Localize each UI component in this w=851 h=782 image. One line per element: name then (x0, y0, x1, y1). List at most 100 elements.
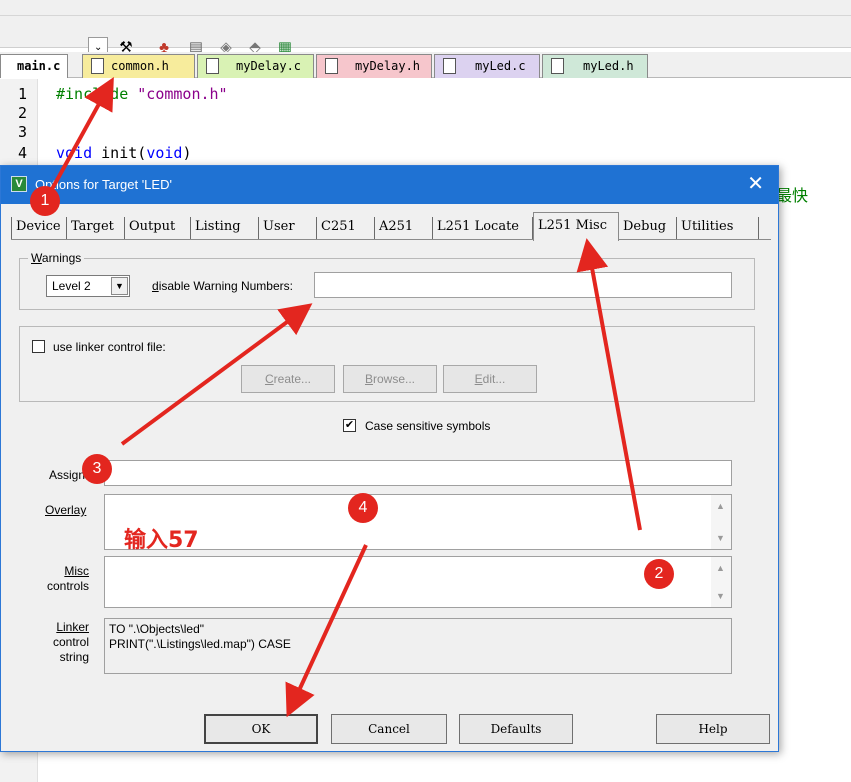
scroll-up-icon[interactable]: ▲ (716, 501, 725, 511)
warnings-group: Warnings Level 2 ▼ disable Warning Numbe… (19, 251, 755, 310)
use-linker-control-checkbox[interactable] (32, 340, 45, 353)
case-sensitive-checkbox[interactable]: ✔ (343, 419, 356, 432)
tab-label: myDelay.c (236, 59, 302, 73)
tab-label: main.c (17, 59, 61, 73)
button-accelerator: C (264, 372, 274, 386)
overlay-scrollbar[interactable]: ▲ ▼ (711, 495, 731, 549)
scroll-down-icon[interactable]: ▼ (716, 533, 725, 543)
label-line: Linker (56, 620, 89, 634)
code-comment-fragment: 最快 (776, 188, 809, 205)
tab-mydelay-c[interactable]: myDelay.c (197, 54, 314, 78)
step-badge-3: 3 (82, 454, 112, 484)
label-line: string (59, 650, 89, 664)
tab-output[interactable]: Output (125, 217, 191, 239)
editor-tabs: main.c common.h myDelay.c myDelay.h myLe… (0, 52, 851, 78)
chevron-down-icon[interactable]: ▼ (111, 277, 128, 295)
ok-button[interactable]: OK (204, 714, 318, 744)
code-include: #include (56, 85, 129, 103)
tab-label: myLed.c (475, 59, 526, 73)
cancel-button[interactable]: Cancel (331, 714, 447, 744)
linker-control-string: TO ".\Objects\led" PRINT(".\Listings\led… (104, 618, 732, 674)
tab-a251[interactable]: A251 (375, 217, 433, 239)
overlay-label: Overlay (45, 503, 87, 517)
step-badge-4: 4 (348, 493, 378, 523)
dialog-titlebar[interactable]: V Options for Target 'LED' ✕ (1, 166, 778, 204)
line-number: 3 (18, 123, 28, 141)
disable-warnings-label: disable Warning Numbers: (152, 279, 293, 293)
legend-text: arnings (41, 251, 82, 265)
file-icon (91, 58, 104, 74)
tab-label: common.h (111, 59, 169, 73)
tab-common-h[interactable]: common.h (82, 54, 195, 78)
create-button[interactable]: Create... (241, 365, 335, 393)
tab-user[interactable]: User (259, 217, 317, 239)
legend-accelerator: W (31, 251, 42, 265)
label-accelerator: d (152, 279, 159, 293)
keil-app-icon: V (11, 176, 27, 192)
line-number: 4 (18, 144, 28, 162)
case-sensitive-label: Case sensitive symbols (365, 419, 491, 433)
line-number: 2 (18, 104, 28, 122)
button-text: dit... (482, 372, 506, 386)
tab-device[interactable]: Device (11, 217, 67, 239)
close-icon[interactable]: ✕ (747, 173, 764, 195)
tab-label: myLed.h (583, 59, 634, 73)
assign-label: Assign (49, 468, 86, 482)
code-text: init( (92, 144, 147, 162)
assign-input[interactable] (104, 460, 732, 486)
edit-button[interactable]: Edit... (443, 365, 537, 393)
file-icon (206, 58, 219, 74)
code-keyword: void (146, 144, 183, 162)
label-line: Misc (64, 564, 89, 578)
defaults-button[interactable]: Defaults (459, 714, 573, 744)
options-dialog: V Options for Target 'LED' ✕ Device Targ… (0, 165, 779, 752)
tab-utilities[interactable]: Utilities (677, 217, 759, 239)
build-toolbar: ⌄ ⚒ ♣ ▤ ◈ ⬘ ▦ (0, 16, 851, 59)
tab-l251-locate[interactable]: L251 Locate (433, 217, 533, 239)
warning-level-select[interactable]: Level 2 ▼ (46, 275, 130, 297)
tab-mydelay-h[interactable]: myDelay.h (316, 54, 432, 78)
line-number: 1 (18, 85, 28, 103)
warning-level-value: Level 2 (52, 279, 91, 293)
button-text: rowse... (373, 372, 416, 386)
warnings-legend: Warnings (28, 251, 85, 265)
label-line: controls (46, 579, 89, 593)
label-text: isable Warning Numbers: (158, 279, 293, 293)
button-text: reate... (273, 372, 312, 386)
tab-c251[interactable]: C251 (317, 217, 375, 239)
code-keyword: void (56, 144, 93, 162)
top-toolbar (0, 0, 851, 16)
step-badge-2: 2 (644, 559, 674, 589)
annotation-note: 输入57 (124, 528, 199, 553)
tab-myled-c[interactable]: myLed.c (434, 54, 540, 78)
scroll-down-icon[interactable]: ▼ (716, 591, 725, 601)
tab-myled-h[interactable]: myLed.h (542, 54, 648, 78)
tab-listing[interactable]: Listing (191, 217, 259, 239)
dialog-tab-strip: Device Target Output Listing User C251 A… (11, 212, 771, 241)
tab-target[interactable]: Target (67, 217, 125, 239)
use-linker-control-label: use linker control file: (53, 340, 166, 354)
tab-label: myDelay.h (355, 59, 421, 73)
label-line: control (52, 635, 89, 649)
scroll-up-icon[interactable]: ▲ (716, 563, 725, 573)
button-accelerator: B (364, 372, 373, 386)
misc-controls-textarea[interactable]: ▲ ▼ (104, 556, 732, 608)
browse-button[interactable]: Browse... (343, 365, 437, 393)
linker-control-group: use linker control file: Create... Brows… (19, 326, 755, 402)
disable-warning-numbers-input[interactable] (314, 272, 732, 298)
button-accelerator: E (474, 372, 483, 386)
file-icon (443, 58, 456, 74)
tab-debug[interactable]: Debug (619, 217, 677, 239)
linker-control-string-label: Linker control string (31, 620, 89, 665)
code-text: ) (182, 144, 192, 162)
misc-controls-label: Misc controls (31, 564, 89, 594)
code-string: "common.h" (128, 85, 228, 103)
file-icon (325, 58, 338, 74)
code-line-1[interactable]: #include "common.h" (56, 85, 228, 103)
misc-scrollbar[interactable]: ▲ ▼ (711, 557, 731, 607)
file-icon (551, 58, 564, 74)
tab-main-c[interactable]: main.c (0, 54, 68, 78)
help-button[interactable]: Help (656, 714, 770, 744)
tab-l251-misc[interactable]: L251 Misc (533, 212, 619, 241)
code-line-4[interactable]: void init(void) (56, 144, 191, 162)
